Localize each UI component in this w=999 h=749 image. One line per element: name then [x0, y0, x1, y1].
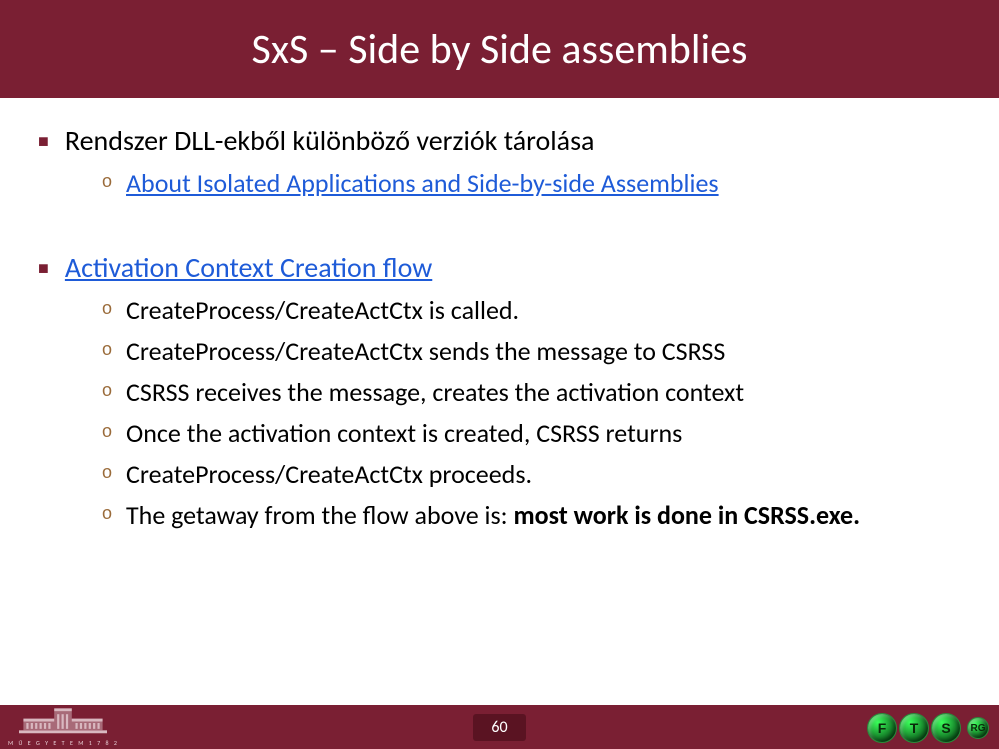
- sub-list: o CreateProcess/CreateActCtx is called. …: [102, 293, 961, 534]
- bullet-text: Activation Context Creation flow: [65, 249, 432, 287]
- bullet-item: ■ Activation Context Creation flow: [38, 249, 961, 287]
- square-bullet-icon: ■: [38, 259, 49, 277]
- slide: SxS – Side by Side assemblies ■ Rendszer…: [0, 0, 999, 749]
- university-building-icon: [19, 708, 107, 738]
- sub-item-text: CreateProcess/CreateActCtx proceeds.: [126, 457, 961, 492]
- link-isolated-apps[interactable]: About Isolated Applications and Side-by-…: [126, 167, 719, 199]
- sub-list: o About Isolated Applications and Side-b…: [102, 166, 961, 201]
- page-number: 60: [491, 718, 507, 737]
- logo-f-icon: F: [867, 713, 897, 743]
- footer-right-logos: F T S RG: [867, 713, 989, 743]
- square-bullet-icon: ■: [38, 132, 49, 150]
- sub-item: o CSRSS receives the message, creates th…: [102, 375, 961, 410]
- bullet-item: ■ Rendszer DLL-ekből különböző verziók t…: [38, 122, 961, 160]
- slide-title-bar: SxS – Side by Side assemblies: [0, 0, 999, 98]
- logo-s-icon: S: [931, 713, 961, 743]
- slide-title: SxS – Side by Side assemblies: [252, 24, 748, 75]
- university-name: M Ű E G Y E T E M 1 7 8 2: [8, 739, 119, 747]
- circle-bullet-icon: o: [102, 340, 112, 358]
- sub-item-text: About Isolated Applications and Side-by-…: [126, 166, 961, 201]
- slide-footer: M Ű E G Y E T E M 1 7 8 2 60 F T S RG: [0, 705, 999, 749]
- circle-bullet-icon: o: [102, 381, 112, 399]
- circle-bullet-icon: o: [102, 422, 112, 440]
- footer-left-logo: M Ű E G Y E T E M 1 7 8 2: [8, 708, 119, 747]
- circle-bullet-icon: o: [102, 463, 112, 481]
- circle-bullet-icon: o: [102, 299, 112, 317]
- logo-t-icon: T: [899, 713, 929, 743]
- sub-item: o CreateProcess/CreateActCtx sends the m…: [102, 334, 961, 369]
- circle-bullet-icon: o: [102, 504, 112, 522]
- sub-item-text: The getaway from the flow above is: most…: [126, 498, 961, 533]
- logo-rg-icon: RG: [967, 717, 989, 739]
- link-activation-context[interactable]: Activation Context Creation flow: [65, 250, 432, 285]
- page-number-badge: 60: [473, 714, 525, 741]
- sub-item-text: CreateProcess/CreateActCtx sends the mes…: [126, 334, 961, 369]
- sub-item-bold: most work is done in CSRSS.exe.: [514, 499, 861, 531]
- spacer: [38, 223, 961, 249]
- sub-item-text: Once the activation context is created, …: [126, 416, 961, 451]
- sub-item-prefix: The getaway from the flow above is:: [126, 499, 514, 531]
- circle-bullet-icon: o: [102, 172, 112, 190]
- sub-item: o CreateProcess/CreateActCtx is called.: [102, 293, 961, 328]
- sub-item: o CreateProcess/CreateActCtx proceeds.: [102, 457, 961, 492]
- sub-item: o Once the activation context is created…: [102, 416, 961, 451]
- sub-item-text: CSRSS receives the message, creates the …: [126, 375, 961, 410]
- slide-content: ■ Rendszer DLL-ekből különböző verziók t…: [0, 98, 999, 705]
- bullet-text: Rendszer DLL-ekből különböző verziók tár…: [65, 122, 595, 160]
- sub-item-text: CreateProcess/CreateActCtx is called.: [126, 293, 961, 328]
- sub-item: o The getaway from the flow above is: mo…: [102, 498, 961, 533]
- sub-item: o About Isolated Applications and Side-b…: [102, 166, 961, 201]
